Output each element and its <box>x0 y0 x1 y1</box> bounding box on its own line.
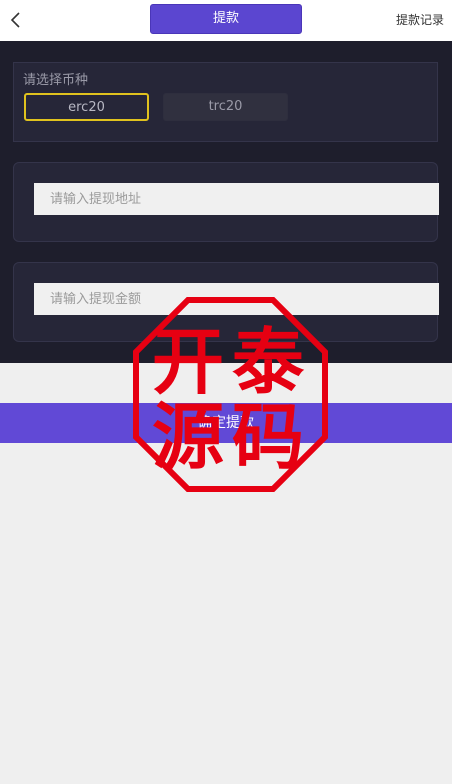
amount-panel <box>13 262 439 342</box>
coin-option-erc20[interactable]: erc20 <box>24 93 149 121</box>
withdraw-amount-input[interactable] <box>34 283 439 315</box>
chevron-left-icon[interactable] <box>6 10 26 30</box>
confirm-withdraw-button[interactable]: 确定提款 <box>0 403 452 443</box>
coin-select-label: 请选择币种 <box>23 73 89 88</box>
coin-select-panel: 请选择币种 erc20 trc20 <box>13 62 438 142</box>
withdraw-record-link[interactable]: 提款记录 <box>396 11 444 28</box>
withdraw-title-button[interactable]: 提款 <box>150 4 302 34</box>
withdraw-address-input[interactable] <box>34 183 439 215</box>
top-bar: 提款 提款记录 <box>0 0 452 41</box>
coin-option-trc20[interactable]: trc20 <box>163 93 288 121</box>
address-panel <box>13 162 439 242</box>
